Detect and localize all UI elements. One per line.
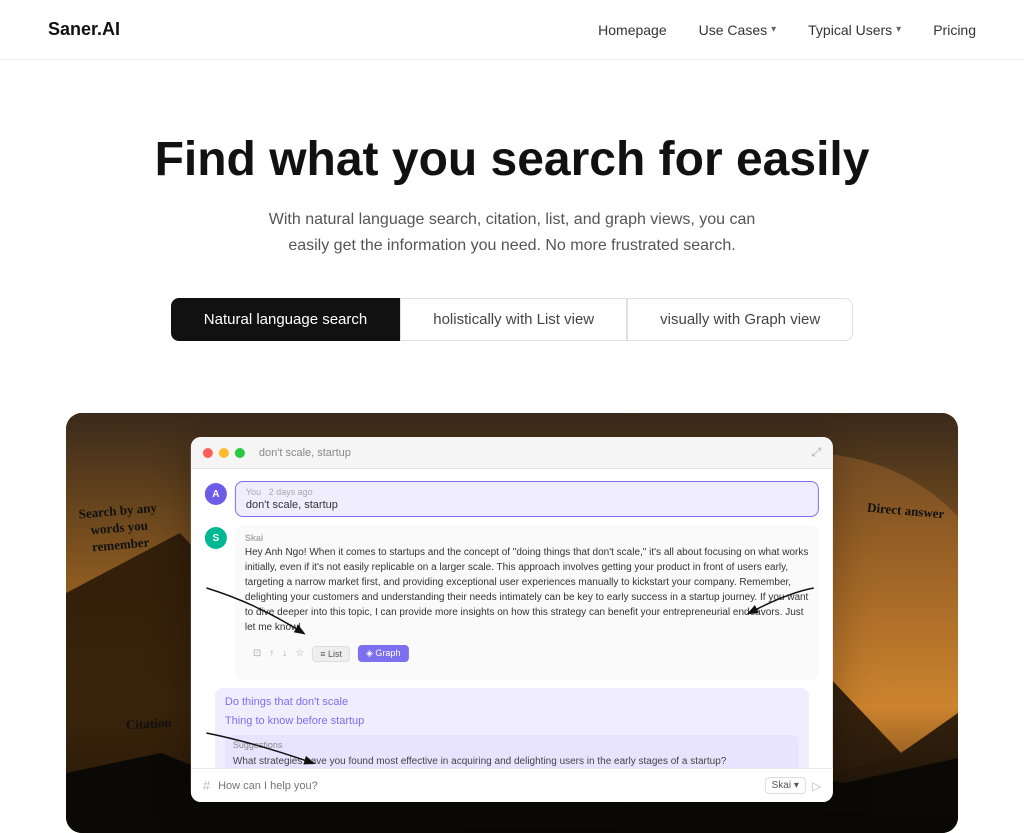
navigation: Saner.AI Homepage Use Cases ▾ Typical Us… xyxy=(0,0,1024,60)
window-close-btn[interactable] xyxy=(203,448,213,458)
user-message: A You 2 days ago don't scale, startup xyxy=(205,481,819,517)
chat-input[interactable] xyxy=(218,780,757,792)
window-content: A You 2 days ago don't scale, startup S xyxy=(191,469,833,802)
window-title: don't scale, startup xyxy=(259,447,351,459)
action-bar: ⊡ ↑ ↓ ☆ ≡ List ◈ Graph xyxy=(245,641,809,666)
feature-tabs: Natural language search holistically wit… xyxy=(24,298,1000,341)
expand-icon[interactable]: ⤢ xyxy=(812,445,822,460)
thumbs-up-icon[interactable]: ↑ xyxy=(269,648,274,659)
suggestion-item[interactable]: What strategies have you found most effe… xyxy=(233,754,791,769)
list-btn[interactable]: ≡ List xyxy=(312,646,350,662)
tab-natural-language[interactable]: Natural language search xyxy=(171,298,400,341)
copy-icon[interactable]: ⊡ xyxy=(253,648,261,659)
skai-message: S Skai Hey Anh Ngo! When it comes to sta… xyxy=(205,525,819,680)
related-link-1[interactable]: Do things that don't scale xyxy=(225,694,799,710)
model-selector[interactable]: Skai ▾ xyxy=(765,777,806,794)
annotation-direct-answer: Direct answer xyxy=(866,500,945,524)
suggestions-label: Suggestions xyxy=(233,740,791,750)
tab-list-view[interactable]: holistically with List view xyxy=(400,298,627,341)
user-msg-text: don't scale, startup xyxy=(246,499,808,511)
hero-subtitle: With natural language search, citation, … xyxy=(262,207,762,258)
screenshot-container: don't scale, startup ⤢ A You 2 days ago … xyxy=(42,413,982,833)
annotation-search: Search by anywords youremember xyxy=(78,500,161,557)
screenshot-background: don't scale, startup ⤢ A You 2 days ago … xyxy=(66,413,958,833)
input-icons: Skai ▾ ▷ xyxy=(765,777,822,794)
thumbs-down-icon[interactable]: ↓ xyxy=(282,648,287,659)
attach-icon[interactable]: # xyxy=(203,778,210,793)
user-bubble: You 2 days ago don't scale, startup xyxy=(235,481,819,517)
nav-use-cases[interactable]: Use Cases ▾ xyxy=(699,22,777,38)
window-minimize-btn[interactable] xyxy=(219,448,229,458)
skai-bubble: Skai Hey Anh Ngo! When it comes to start… xyxy=(235,525,819,680)
nav-typical-users[interactable]: Typical Users ▾ xyxy=(808,22,901,38)
skai-avatar: S xyxy=(205,527,227,549)
tab-graph-view[interactable]: visually with Graph view xyxy=(627,298,853,341)
nav-links: Homepage Use Cases ▾ Typical Users ▾ Pri… xyxy=(598,22,976,38)
chevron-down-icon: ▾ xyxy=(896,24,901,35)
user-avatar: A xyxy=(205,483,227,505)
star-icon[interactable]: ☆ xyxy=(295,648,304,659)
hero-section: Find what you search for easily With nat… xyxy=(0,60,1024,413)
send-icon[interactable]: ▷ xyxy=(812,779,821,793)
skai-response-text: Hey Anh Ngo! When it comes to startups a… xyxy=(245,545,809,635)
brand-logo[interactable]: Saner.AI xyxy=(48,19,120,40)
nav-pricing[interactable]: Pricing xyxy=(933,22,976,38)
chat-input-bar: # Skai ▾ ▷ xyxy=(191,768,833,802)
skai-meta: Skai xyxy=(245,533,809,543)
graph-btn[interactable]: ◈ Graph xyxy=(358,645,408,662)
related-link-2[interactable]: Thing to know before startup xyxy=(225,713,799,729)
user-meta: You 2 days ago xyxy=(246,487,808,497)
chevron-down-icon: ▾ xyxy=(771,24,776,35)
app-window: don't scale, startup ⤢ A You 2 days ago … xyxy=(191,437,833,802)
window-toolbar: don't scale, startup ⤢ xyxy=(191,437,833,469)
hero-title: Find what you search for easily xyxy=(24,132,1000,187)
window-maximize-btn[interactable] xyxy=(235,448,245,458)
annotation-citation: Citation xyxy=(126,715,172,734)
nav-homepage[interactable]: Homepage xyxy=(598,22,667,38)
